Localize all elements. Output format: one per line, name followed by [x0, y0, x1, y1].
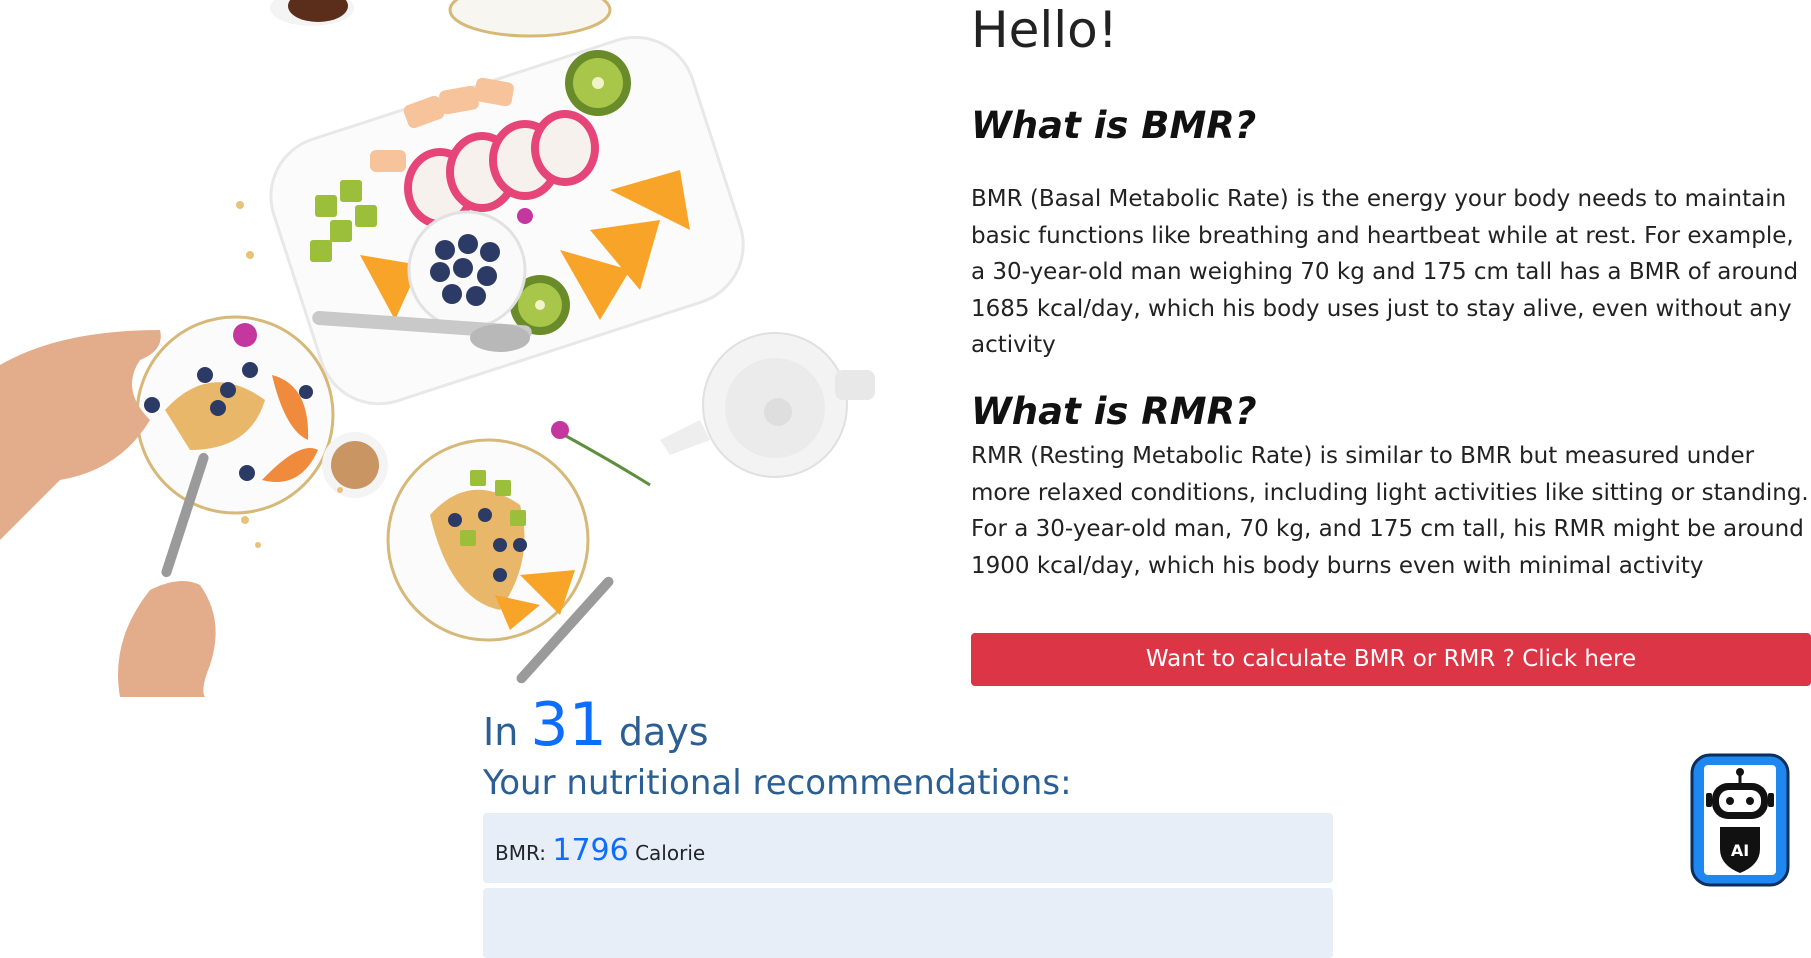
days-count: 31	[530, 690, 607, 760]
result-label: BMR:	[495, 841, 546, 865]
result-unit: Calorie	[635, 841, 706, 865]
calculate-bmr-rmr-button[interactable]: Want to calculate BMR or RMR ? Click her…	[971, 633, 1811, 686]
hero-food-image	[0, 0, 880, 697]
recommendations-title: Your nutritional recommendations:	[483, 763, 1072, 803]
ai-assistant-button[interactable]: AI	[1690, 753, 1790, 887]
greeting-heading: Hello!	[971, 1, 1118, 59]
bmr-description: BMR (Basal Metabolic Rate) is the energy…	[971, 186, 1799, 358]
ai-badge-text: AI	[1731, 841, 1749, 860]
rmr-description: RMR (Resting Metabolic Rate) is similar …	[971, 443, 1809, 579]
result-card-bmr: BMR: 1796 Calorie	[483, 813, 1333, 883]
robot-icon: AI	[1690, 753, 1790, 887]
days-suffix: days	[618, 710, 709, 754]
result-row: BMR: 1796 Calorie	[495, 836, 705, 868]
bmr-heading: What is BMR?	[971, 104, 1257, 147]
days-prefix: In	[483, 710, 519, 754]
result-value: 1796	[552, 833, 629, 868]
days-line: In 31 days	[483, 690, 709, 767]
result-card-next	[483, 888, 1333, 958]
rmr-heading: What is RMR?	[971, 390, 1257, 433]
